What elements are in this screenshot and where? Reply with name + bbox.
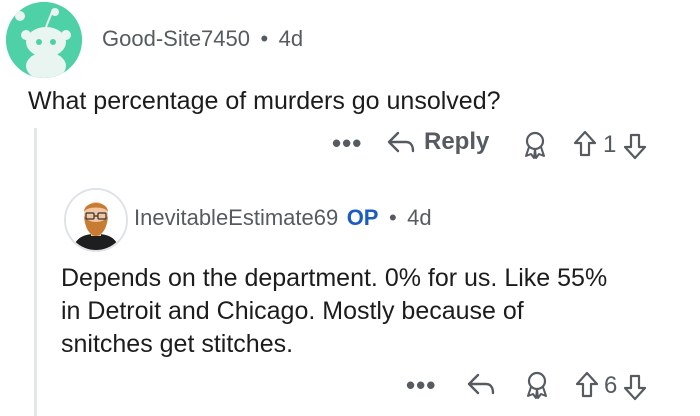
comment-body-line: snitches get stitches.: [61, 330, 294, 358]
award-button[interactable]: [522, 370, 552, 405]
comment-body-line: Depends on the department. 0% for us. Li…: [61, 264, 608, 292]
comment-body: Depends on the department. 0% for us. Li…: [61, 262, 607, 361]
thread-line[interactable]: [34, 128, 37, 416]
more-options-button[interactable]: •••: [406, 370, 436, 401]
user-avatar[interactable]: [64, 188, 128, 252]
meta-separator: •: [260, 26, 269, 51]
upvote-arrow-icon: [575, 371, 599, 398]
reply-label: Reply: [424, 128, 490, 155]
downvote-arrow-icon: [623, 374, 647, 401]
upvote-arrow-icon: [573, 130, 597, 157]
vote-score: 6: [604, 372, 618, 399]
downvote-button[interactable]: [622, 372, 648, 407]
comment-author[interactable]: Good-Site7450: [102, 26, 250, 51]
comment-body-line: in Detroit and Chicago. Mostly because o…: [61, 297, 524, 325]
comment-meta: InevitableEstimate69 OP • 4d: [134, 205, 432, 231]
snoo-avatar-icon: [6, 2, 82, 78]
award-icon: [525, 131, 545, 159]
award-icon: [527, 371, 547, 399]
bearded-man-avatar-icon: [66, 190, 126, 250]
comment-timestamp[interactable]: 4d: [279, 26, 303, 51]
reply-arrow-icon: [467, 373, 495, 395]
meta-separator: •: [388, 205, 397, 230]
comment-body: What percentage of murders go unsolved?: [28, 87, 501, 115]
downvote-button[interactable]: [622, 131, 648, 166]
reply-button[interactable]: [466, 370, 496, 403]
upvote-button[interactable]: [572, 129, 598, 164]
reply-arrow-icon: [387, 131, 415, 153]
reply-button[interactable]: Reply: [386, 128, 489, 156]
award-button[interactable]: [520, 130, 550, 165]
more-options-button[interactable]: •••: [332, 128, 362, 159]
downvote-arrow-icon: [623, 133, 647, 160]
comment-author[interactable]: InevitableEstimate69: [134, 205, 338, 230]
user-avatar[interactable]: [6, 2, 82, 78]
comment-timestamp[interactable]: 4d: [407, 205, 431, 230]
op-badge: OP: [346, 205, 379, 230]
upvote-button[interactable]: [574, 370, 600, 405]
vote-score: 1: [603, 131, 617, 158]
comment-meta: Good-Site7450 • 4d: [102, 26, 303, 52]
